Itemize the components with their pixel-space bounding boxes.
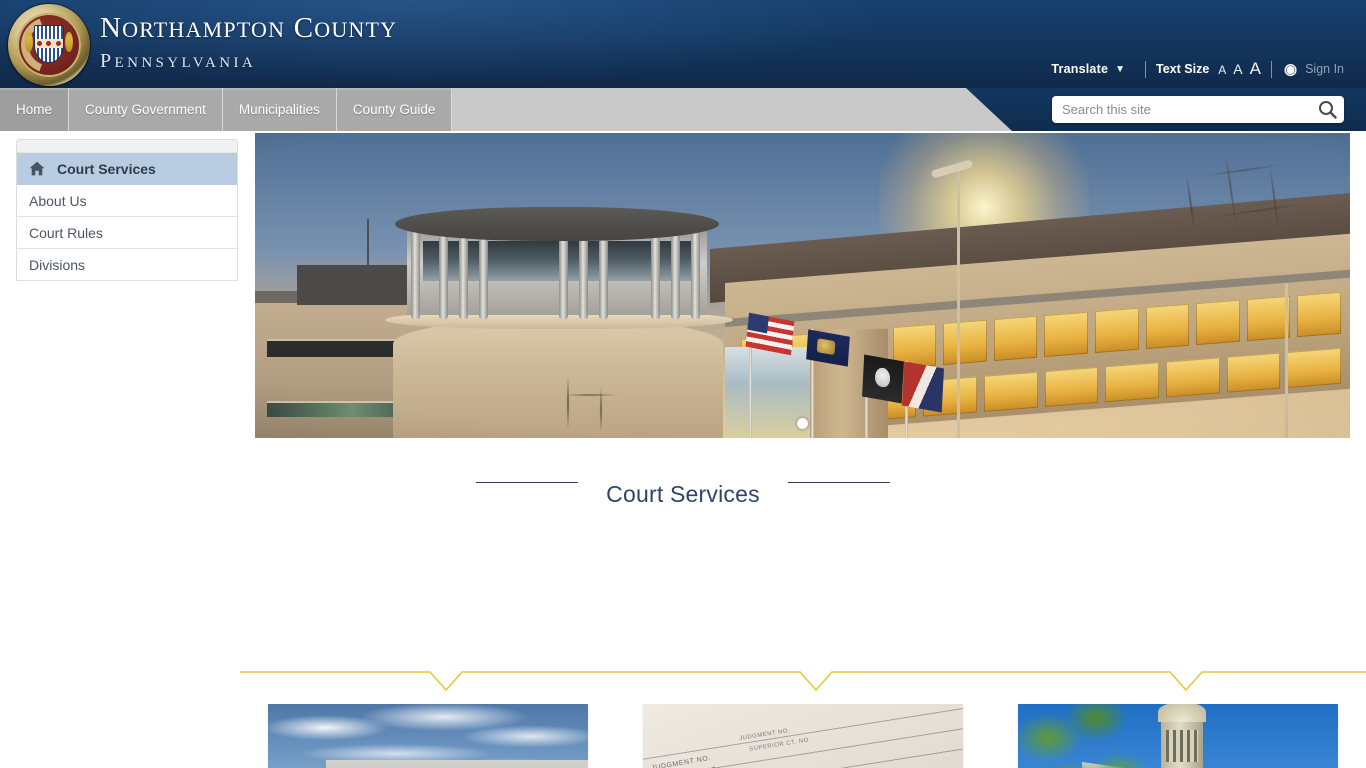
utility-bar: Translate ▼ Text Size A A A ◉ Sign In xyxy=(1051,59,1344,79)
section-heading: Court Services xyxy=(0,481,1366,508)
seal-shield-icon xyxy=(34,25,64,63)
seal-dot xyxy=(37,41,43,46)
nav-tab-label: County Guide xyxy=(352,102,436,117)
primary-navigation-bar: Home County Government Municipalities Co… xyxy=(0,88,1366,131)
nav-tab-label: Municipalities xyxy=(238,102,320,117)
site-title-line1: NORTHAMPTON COUNTY xyxy=(100,12,398,44)
service-card-archives[interactable]: Archives xyxy=(268,704,588,768)
chevron-down-icon[interactable]: ▼ xyxy=(1115,64,1125,75)
search-box[interactable] xyxy=(1052,96,1344,123)
service-card-criminal-division[interactable]: Criminal Division xyxy=(1018,704,1338,768)
heading-rule-right xyxy=(787,482,890,483)
divider-path xyxy=(240,671,1366,692)
sidebar-header-strip xyxy=(17,140,237,153)
seal-laurel-left-icon xyxy=(25,32,33,52)
search-input[interactable] xyxy=(1052,97,1310,122)
text-size-medium-button[interactable]: A xyxy=(1233,61,1242,77)
heading-rule-left xyxy=(476,482,579,483)
divider xyxy=(1270,60,1272,78)
service-card-prothonotary[interactable]: JUDGMENT NO. SUPERIOR CT. NO. JUDGMENT N… xyxy=(643,704,963,768)
sidebar-navigation: Court Services About Us Court Rules Divi… xyxy=(16,139,238,281)
carousel-indicators xyxy=(255,418,1350,429)
page-title: Court Services xyxy=(606,481,760,507)
carousel-dot-1[interactable] xyxy=(797,418,808,429)
county-seal-icon[interactable] xyxy=(8,4,90,86)
card-clouds xyxy=(268,704,588,768)
text-size-large-button[interactable]: A xyxy=(1250,59,1261,79)
hero-carousel[interactable] xyxy=(255,133,1350,438)
text-size-small-button[interactable]: A xyxy=(1218,63,1226,77)
hero-vignette xyxy=(255,133,1350,438)
seal-laurel-right-icon xyxy=(65,32,73,52)
card-tree xyxy=(1018,704,1204,768)
sidebar-item-court-services[interactable]: Court Services xyxy=(17,153,237,185)
text-size-label: Text Size xyxy=(1156,62,1210,76)
nav-tab-home[interactable]: Home xyxy=(0,88,70,131)
seal-dot xyxy=(55,41,61,46)
card-warehouse-building xyxy=(326,760,588,768)
text-size-controls: A A A xyxy=(1218,59,1261,79)
search-icon xyxy=(1318,101,1337,119)
sign-in-link[interactable]: Sign In xyxy=(1305,62,1344,76)
home-icon xyxy=(29,161,45,176)
nav-tab-municipalities[interactable]: Municipalities xyxy=(222,88,337,131)
nav-tab-label: Home xyxy=(16,102,53,117)
nav-tab-county-guide[interactable]: County Guide xyxy=(336,88,453,131)
site-title[interactable]: NORTHAMPTON COUNTY PENNSYLVANIA xyxy=(100,12,398,72)
sidebar-item-court-rules[interactable]: Court Rules xyxy=(17,217,237,249)
sidebar-item-label: Divisions xyxy=(29,256,86,273)
eye-icon[interactable]: ◉ xyxy=(1284,62,1297,77)
sidebar-item-about-us[interactable]: About Us xyxy=(17,185,237,217)
seal-graphic xyxy=(8,4,90,86)
nav-tab-county-government[interactable]: County Government xyxy=(69,88,223,131)
divider xyxy=(1145,60,1147,78)
site-header: NORTHAMPTON COUNTY PENNSYLVANIA Translat… xyxy=(0,0,1366,88)
seal-dot xyxy=(46,41,52,46)
sidebar-item-label: About Us xyxy=(29,192,87,209)
service-card-grid: Archives JUDGMENT NO. SUPERIOR CT. NO. J… xyxy=(240,704,1366,768)
sidebar-item-label: Court Services xyxy=(57,160,156,177)
site-title-line2: PENNSYLVANIA xyxy=(100,50,257,72)
nav-tabs: Home County Government Municipalities Co… xyxy=(0,88,453,131)
yellow-zigzag-divider xyxy=(240,666,1366,696)
sidebar-item-label: Court Rules xyxy=(29,224,103,241)
translate-button[interactable]: Translate xyxy=(1051,62,1108,76)
sidebar-item-divisions[interactable]: Divisions xyxy=(17,249,237,281)
seal-shield-band xyxy=(35,39,63,48)
page-body: Court Services About Us Court Rules Divi… xyxy=(0,131,1366,768)
nav-tab-label: County Government xyxy=(85,102,206,117)
search-button[interactable] xyxy=(1310,97,1344,122)
